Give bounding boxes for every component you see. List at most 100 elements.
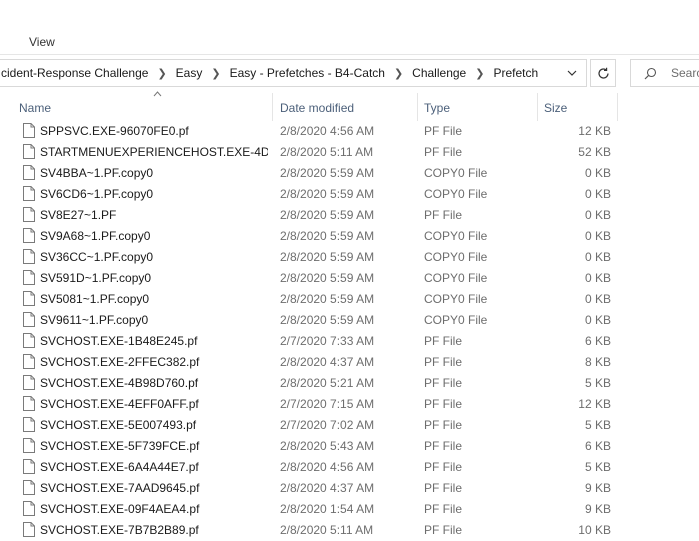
search-box[interactable]: Search: [630, 59, 699, 87]
file-row[interactable]: SVCHOST.EXE-4EFF0AFF.pf 2/7/2020 7:15 AM P…: [0, 394, 699, 415]
address-row: cident-Response Challenge ❯ Easy ❯ Easy - Pr…: [0, 55, 699, 93]
file-row[interactable]: SV6CD6~1.PF.copy0 2/8/2020 5:59 AM COPY0 F…: [0, 184, 699, 205]
file-type: PF File: [424, 334, 463, 348]
file-size: 0 KB: [584, 187, 611, 201]
chevron-right-icon[interactable]: ❯: [475, 67, 484, 80]
file-date-modified: 2/7/2020 7:15 AM: [280, 397, 375, 411]
tab-view[interactable]: View: [29, 35, 55, 49]
file-size: 12 KB: [578, 124, 611, 138]
file-name: STARTMENUEXPERIENCEHOST.EXE-4D5D...: [40, 145, 268, 159]
file-icon: [23, 333, 35, 348]
file-name: SVCHOST.EXE-4EFF0AFF.pf: [40, 397, 199, 411]
file-date-modified: 2/8/2020 5:59 AM: [280, 229, 375, 243]
file-row[interactable]: SV36CC~1.PF.copy0 2/8/2020 5:59 AM COPY0 F…: [0, 247, 699, 268]
file-date-modified: 2/8/2020 5:21 AM: [280, 376, 375, 390]
file-name: SV9A68~1.PF.copy0: [40, 229, 151, 243]
address-history-dropdown[interactable]: [561, 64, 583, 82]
file-icon: [23, 165, 35, 180]
column-header-label: Date modified: [280, 101, 355, 115]
refresh-icon: [597, 67, 609, 79]
file-date-modified: 2/7/2020 7:02 AM: [280, 418, 375, 432]
file-icon: [23, 270, 35, 285]
file-row[interactable]: SVCHOST.EXE-5E007493.pf 2/7/2020 7:02 AM P…: [0, 415, 699, 436]
file-size: 6 KB: [584, 334, 611, 348]
file-date-modified: 2/8/2020 5:11 AM: [280, 145, 374, 159]
file-row[interactable]: SVCHOST.EXE-1B48E245.pf 2/7/2020 7:33 AM P…: [0, 331, 699, 352]
file-row[interactable]: SV591D~1.PF.copy0 2/8/2020 5:59 AM COPY0 F…: [0, 268, 699, 289]
file-size: 5 KB: [584, 460, 611, 474]
file-type: PF File: [424, 418, 463, 432]
file-type: PF File: [424, 208, 463, 222]
file-icon: [23, 480, 35, 495]
file-row[interactable]: SVCHOST.EXE-7AAD9645.pf 2/8/2020 4:37 AM P…: [0, 478, 699, 499]
file-date-modified: 2/8/2020 5:59 AM: [280, 208, 375, 222]
file-date-modified: 2/8/2020 4:37 AM: [280, 355, 375, 369]
file-type: COPY0 File: [424, 292, 488, 306]
file-row[interactable]: SV4BBA~1.PF.copy0 2/8/2020 5:59 AM COPY0 F…: [0, 163, 699, 184]
address-bar[interactable]: cident-Response Challenge ❯ Easy ❯ Easy - Pr…: [0, 59, 587, 87]
column-header-size[interactable]: Size: [540, 93, 618, 121]
file-icon: [23, 186, 35, 201]
file-row[interactable]: SVCHOST.EXE-2FFEC382.pf 2/8/2020 4:37 AM P…: [0, 352, 699, 373]
file-row[interactable]: SVCHOST.EXE-4B98D760.pf 2/8/2020 5:21 AM P…: [0, 373, 699, 394]
chevron-right-icon[interactable]: ❯: [211, 67, 220, 80]
file-date-modified: 2/8/2020 4:56 AM: [280, 124, 375, 138]
file-type: COPY0 File: [424, 313, 488, 327]
file-name: SVCHOST.EXE-1B48E245.pf: [40, 334, 198, 348]
file-icon: [23, 123, 35, 138]
file-name: SV36CC~1.PF.copy0: [40, 250, 154, 264]
file-row[interactable]: SV9A68~1.PF.copy0 2/8/2020 5:59 AM COPY0 F…: [0, 226, 699, 247]
file-name: SVCHOST.EXE-5E007493.pf: [40, 418, 197, 432]
file-row[interactable]: SPPSVC.EXE-96070FE0.pf 2/8/2020 4:56 AM PF…: [0, 121, 699, 142]
file-type: PF File: [424, 502, 463, 516]
column-header-date[interactable]: Date modified: [276, 93, 418, 121]
file-name: SV9611~1.PF.copy0: [40, 313, 149, 327]
file-row[interactable]: SV8E27~1.PF 2/8/2020 5:59 AM PF File 0 KB: [0, 205, 699, 226]
file-list: SPPSVC.EXE-96070FE0.pf 2/8/2020 4:56 AM PF…: [0, 121, 699, 541]
breadcrumb-item[interactable]: Easy: [176, 66, 203, 80]
chevron-down-icon: [567, 70, 577, 76]
column-header-label: Type: [424, 101, 451, 115]
file-size: 0 KB: [584, 271, 611, 285]
file-row[interactable]: STARTMENUEXPERIENCEHOST.EXE-4D5D... 2/8/2…: [0, 142, 699, 163]
file-icon: [23, 459, 35, 474]
column-header-label: Size: [544, 101, 568, 115]
chevron-right-icon[interactable]: ❯: [157, 67, 166, 80]
file-row[interactable]: SVCHOST.EXE-6A4A44E7.pf 2/8/2020 4:56 AM P…: [0, 457, 699, 478]
file-row[interactable]: SV5081~1.PF.copy0 2/8/2020 5:59 AM COPY0 F…: [0, 289, 699, 310]
file-type: PF File: [424, 523, 463, 537]
file-date-modified: 2/8/2020 5:59 AM: [280, 250, 375, 264]
file-row[interactable]: SVCHOST.EXE-09F4AEA4.pf 2/8/2020 1:54 AM P…: [0, 499, 699, 520]
file-date-modified: 2/8/2020 5:43 AM: [280, 439, 375, 453]
breadcrumb-item[interactable]: Challenge: [412, 66, 466, 80]
search-input[interactable]: Search: [671, 66, 699, 80]
file-date-modified: 2/8/2020 1:54 AM: [280, 502, 375, 516]
file-size: 9 KB: [584, 481, 611, 495]
file-size: 5 KB: [584, 376, 611, 390]
chevron-right-icon[interactable]: ❯: [394, 67, 403, 80]
file-size: 5 KB: [584, 418, 611, 432]
file-date-modified: 2/8/2020 4:56 AM: [280, 460, 375, 474]
file-name: SV8E27~1.PF: [40, 208, 117, 222]
file-date-modified: 2/8/2020 4:37 AM: [280, 481, 375, 495]
file-row[interactable]: SV9611~1.PF.copy0 2/8/2020 5:59 AM COPY0 F…: [0, 310, 699, 331]
file-name: SVCHOST.EXE-7AAD9645.pf: [40, 481, 200, 495]
file-size: 6 KB: [584, 439, 611, 453]
file-row[interactable]: SVCHOST.EXE-5F739FCE.pf 2/8/2020 5:43 AM P…: [0, 436, 699, 457]
ribbon: View: [0, 0, 699, 55]
file-name: SPPSVC.EXE-96070FE0.pf: [40, 124, 189, 138]
file-type: COPY0 File: [424, 271, 488, 285]
file-size: 8 KB: [584, 355, 611, 369]
column-header-name[interactable]: Name: [15, 91, 273, 121]
file-icon: [23, 396, 35, 411]
refresh-button[interactable]: [590, 59, 616, 87]
file-type: PF File: [424, 124, 463, 138]
file-row[interactable]: SVCHOST.EXE-7B7B2B89.pf 2/8/2020 5:11 AM P…: [0, 520, 699, 541]
breadcrumb-item[interactable]: cident-Response Challenge: [1, 66, 148, 80]
file-type: COPY0 File: [424, 187, 488, 201]
breadcrumb-item[interactable]: Easy - Prefetches - B4-Catch: [230, 66, 385, 80]
breadcrumb-item[interactable]: Prefetch: [493, 66, 538, 80]
file-name: SV4BBA~1.PF.copy0: [40, 166, 154, 180]
column-header-type[interactable]: Type: [420, 93, 538, 121]
file-icon: [23, 249, 35, 264]
